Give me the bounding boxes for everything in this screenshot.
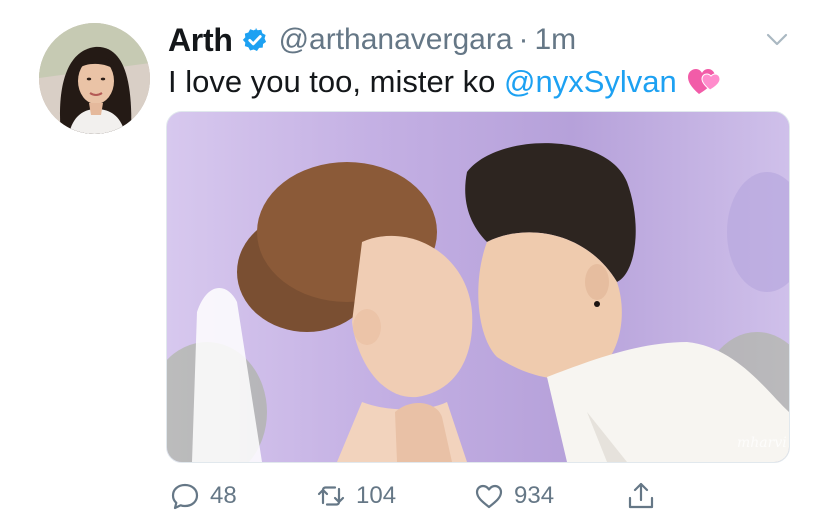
retweet-button[interactable]: 104 (316, 476, 396, 516)
reply-icon (171, 483, 199, 510)
display-name[interactable]: Arth (168, 22, 233, 59)
tweet-text-body: I love you too, mister ko (168, 64, 504, 99)
share-icon (628, 482, 654, 509)
heart-icon (475, 484, 503, 509)
handle[interactable]: @arthanavergara (279, 23, 513, 57)
avatar[interactable] (39, 23, 150, 134)
two-hearts-emoji-icon (687, 64, 721, 98)
retweet-count: 104 (356, 482, 397, 509)
reply-count: 48 (210, 482, 237, 509)
chevron-down-icon[interactable] (764, 26, 790, 52)
like-button[interactable]: 934 (474, 476, 554, 516)
reply-button[interactable]: 48 (170, 476, 237, 516)
like-count: 934 (514, 482, 555, 509)
mention-link[interactable]: @nyxSylvan (504, 64, 677, 99)
media-watermark: mharvi (737, 435, 787, 451)
separator-dot: · (518, 23, 529, 56)
timestamp[interactable]: 1m (535, 23, 577, 57)
verified-badge-icon (241, 26, 269, 54)
tweet-text: I love you too, mister ko @nyxSylvan (168, 62, 721, 102)
tweet-media-photo[interactable]: mharvi (166, 111, 790, 463)
retweet-icon (317, 486, 345, 506)
share-button[interactable] (626, 476, 666, 516)
tweet-actions-bar: 48 104 934 (0, 476, 828, 516)
tweet-card[interactable]: Arth @arthanavergara · 1m I love you too… (0, 0, 828, 530)
tweet-header: Arth @arthanavergara · 1m (168, 20, 576, 60)
